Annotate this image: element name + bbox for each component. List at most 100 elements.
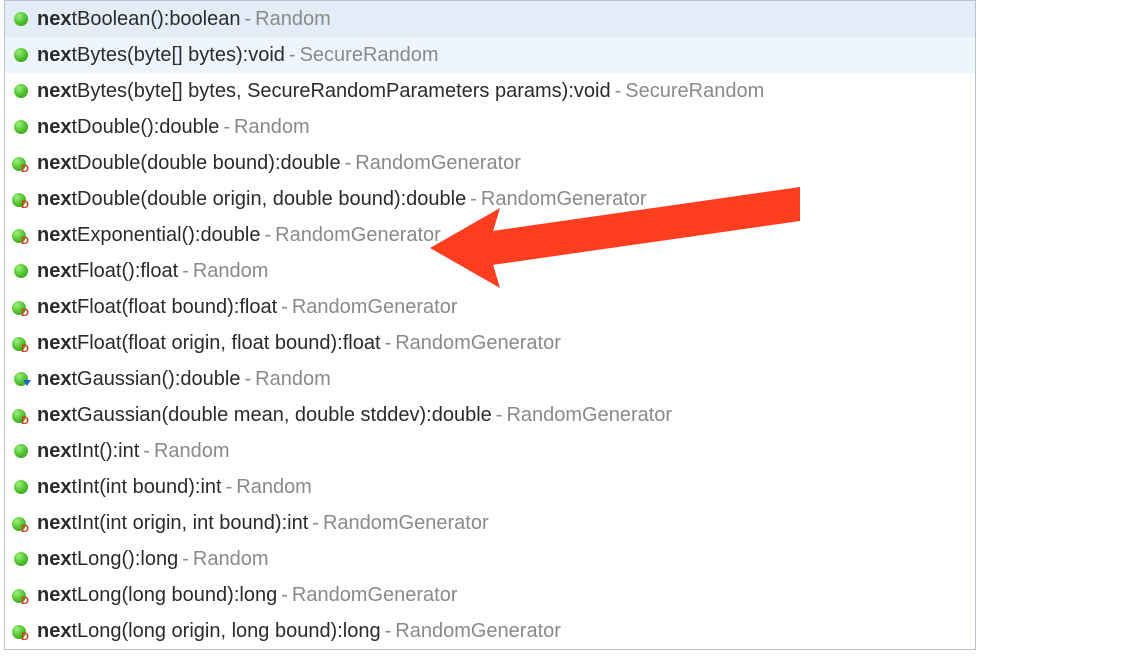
- method-public-icon: [11, 81, 31, 101]
- completion-match: nex: [37, 73, 71, 109]
- completion-match: nex: [37, 181, 71, 217]
- completion-signature: tDouble(double bound): [71, 145, 275, 181]
- completion-signature: tLong(): [71, 541, 134, 577]
- completion-signature: tDouble(double origin, double bound): [71, 181, 400, 217]
- method-default-icon: D: [11, 513, 31, 533]
- completion-signature: tFloat(): [71, 253, 134, 289]
- completion-source: RandomGenerator: [355, 145, 521, 181]
- method-override-icon: [11, 369, 31, 389]
- completion-item[interactable]: DnextLong(long origin, long bound) : lon…: [5, 613, 975, 649]
- method-default-icon: D: [11, 153, 31, 173]
- completion-item[interactable]: nextBoolean() : boolean - Random: [5, 1, 975, 37]
- method-public-icon: [11, 261, 31, 281]
- completion-match: nex: [37, 361, 71, 397]
- completion-signature: tGaussian(double mean, double stddev): [71, 397, 426, 433]
- completion-source: Random: [193, 541, 269, 577]
- completion-item[interactable]: DnextFloat(float bound) : float - Random…: [5, 289, 975, 325]
- completion-signature: tBytes(byte[] bytes, SecureRandomParamet…: [71, 73, 568, 109]
- method-default-icon: D: [11, 333, 31, 353]
- completion-match: nex: [37, 433, 71, 469]
- autocomplete-popup[interactable]: nextBoolean() : boolean - RandomnextByte…: [4, 0, 976, 650]
- completion-item[interactable]: nextLong() : long - Random: [5, 541, 975, 577]
- completion-source: RandomGenerator: [292, 289, 458, 325]
- completion-return-type: double: [281, 145, 341, 181]
- completion-return-type: long: [239, 577, 277, 613]
- completion-return-type: int: [287, 505, 308, 541]
- completion-return-type: long: [140, 541, 178, 577]
- completion-source: Random: [236, 469, 312, 505]
- completion-return-type: double: [406, 181, 466, 217]
- completion-source: Random: [234, 109, 310, 145]
- completion-match: nex: [37, 109, 71, 145]
- completion-signature: tLong(long bound): [71, 577, 233, 613]
- method-public-icon: [11, 117, 31, 137]
- method-public-icon: [11, 477, 31, 497]
- completion-return-type: double: [200, 217, 260, 253]
- completion-match: nex: [37, 37, 71, 73]
- completion-match: nex: [37, 397, 71, 433]
- completion-signature: tInt(int bound): [71, 469, 194, 505]
- completion-item[interactable]: nextGaussian() : double - Random: [5, 361, 975, 397]
- completion-item[interactable]: nextInt() : int - Random: [5, 433, 975, 469]
- completion-return-type: float: [343, 325, 381, 361]
- completion-item[interactable]: DnextGaussian(double mean, double stddev…: [5, 397, 975, 433]
- method-default-icon: D: [11, 297, 31, 317]
- completion-item[interactable]: nextFloat() : float - Random: [5, 253, 975, 289]
- completion-item[interactable]: DnextDouble(double origin, double bound)…: [5, 181, 975, 217]
- completion-item[interactable]: DnextDouble(double bound) : double - Ran…: [5, 145, 975, 181]
- completion-item[interactable]: DnextLong(long bound) : long - RandomGen…: [5, 577, 975, 613]
- completion-item[interactable]: DnextExponential() : double - RandomGene…: [5, 217, 975, 253]
- method-default-icon: D: [11, 621, 31, 641]
- completion-item[interactable]: nextBytes(byte[] bytes, SecureRandomPara…: [5, 73, 975, 109]
- completion-source: Random: [255, 1, 331, 37]
- completion-return-type: long: [343, 613, 381, 649]
- completion-item[interactable]: nextInt(int bound) : int - Random: [5, 469, 975, 505]
- completion-match: nex: [37, 145, 71, 181]
- completion-return-type: int: [118, 433, 139, 469]
- completion-signature: tLong(long origin, long bound): [71, 613, 337, 649]
- completion-source: RandomGenerator: [395, 325, 561, 361]
- completion-signature: tBoolean(): [71, 1, 163, 37]
- completion-signature: tExponential(): [71, 217, 194, 253]
- completion-return-type: float: [140, 253, 178, 289]
- completion-match: nex: [37, 1, 71, 37]
- completion-signature: tDouble(): [71, 109, 153, 145]
- completion-match: nex: [37, 253, 71, 289]
- completion-source: Random: [193, 253, 269, 289]
- completion-source: SecureRandom: [300, 37, 439, 73]
- method-default-icon: D: [11, 225, 31, 245]
- completion-return-type: void: [574, 73, 611, 109]
- method-public-icon: [11, 45, 31, 65]
- completion-match: nex: [37, 541, 71, 577]
- completion-return-type: int: [200, 469, 221, 505]
- method-default-icon: D: [11, 189, 31, 209]
- completion-source: RandomGenerator: [275, 217, 441, 253]
- completion-signature: tFloat(float bound): [71, 289, 233, 325]
- completion-match: nex: [37, 577, 71, 613]
- completion-item[interactable]: DnextFloat(float origin, float bound) : …: [5, 325, 975, 361]
- completion-match: nex: [37, 505, 71, 541]
- completion-source: RandomGenerator: [481, 181, 647, 217]
- completion-item[interactable]: DnextInt(int origin, int bound) : int - …: [5, 505, 975, 541]
- completion-source: RandomGenerator: [323, 505, 489, 541]
- completion-source: RandomGenerator: [292, 577, 458, 613]
- completion-match: nex: [37, 613, 71, 649]
- method-default-icon: D: [11, 585, 31, 605]
- completion-source: RandomGenerator: [395, 613, 561, 649]
- completion-return-type: double: [180, 361, 240, 397]
- completion-return-type: float: [239, 289, 277, 325]
- completion-return-type: double: [432, 397, 492, 433]
- method-default-icon: D: [11, 405, 31, 425]
- completion-item[interactable]: nextBytes(byte[] bytes) : void - SecureR…: [5, 37, 975, 73]
- completion-source: Random: [154, 433, 230, 469]
- completion-signature: tInt(int origin, int bound): [71, 505, 281, 541]
- method-public-icon: [11, 9, 31, 29]
- method-public-icon: [11, 549, 31, 569]
- completion-source: Random: [255, 361, 331, 397]
- completion-match: nex: [37, 289, 71, 325]
- completion-item[interactable]: nextDouble() : double - Random: [5, 109, 975, 145]
- completion-return-type: boolean: [169, 1, 240, 37]
- completion-match: nex: [37, 325, 71, 361]
- completion-source: RandomGenerator: [506, 397, 672, 433]
- completion-source: SecureRandom: [625, 73, 764, 109]
